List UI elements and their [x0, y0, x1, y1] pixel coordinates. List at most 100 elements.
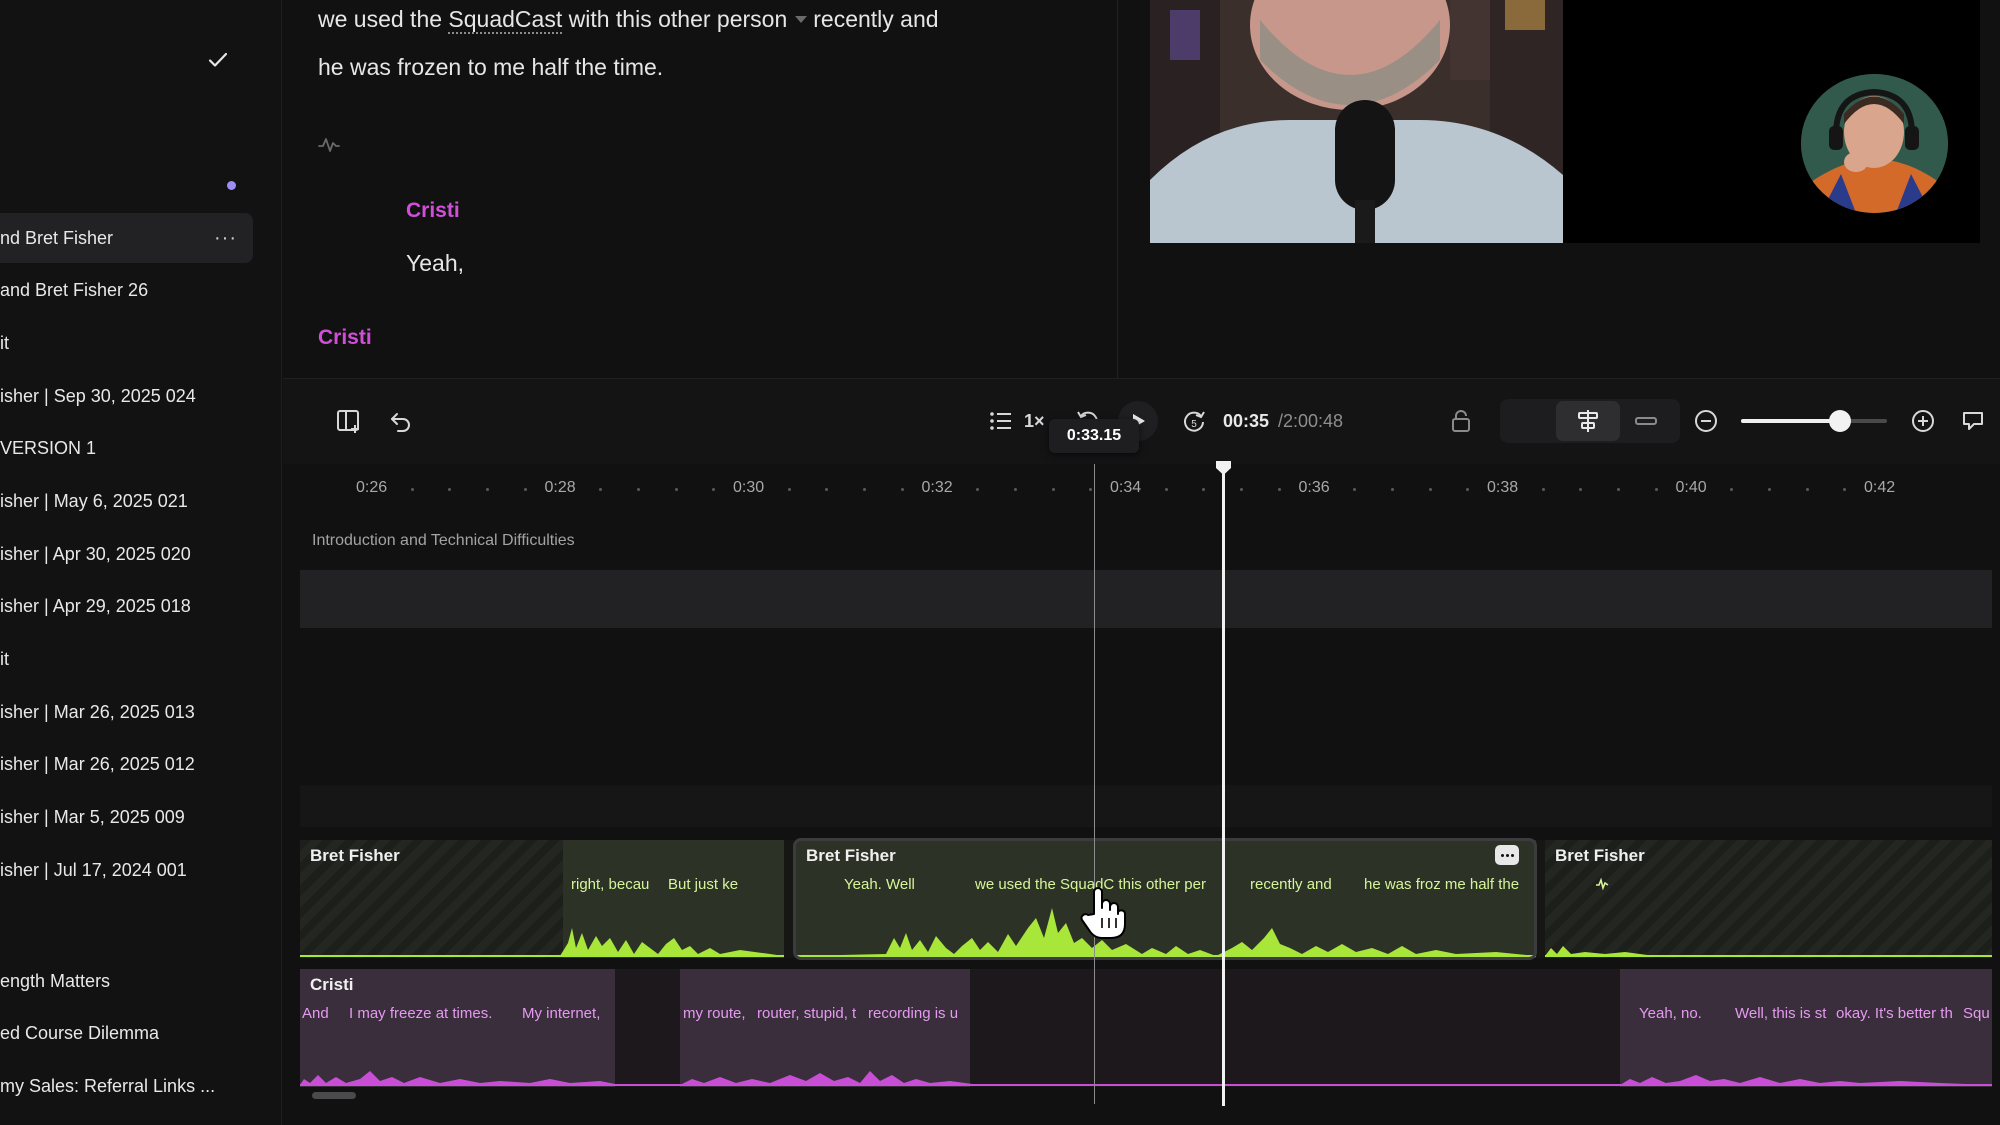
transcript-line[interactable]: we used the SquadCast with this other pe… [318, 6, 939, 34]
audio-clip[interactable]: Bret Fisher right, becau But just ke [300, 840, 784, 958]
segment-label[interactable]: right, becau [571, 876, 649, 893]
sidebar-item-project[interactable]: isher | Sep 30, 2025 024 [0, 371, 253, 421]
sidebar-item-project[interactable]: VERSION 1 [0, 423, 253, 473]
ruler-tick-dot [636, 488, 640, 491]
chapter-label[interactable]: Introduction and Technical Difficulties [312, 532, 575, 550]
waveform [300, 1071, 1992, 1086]
panel-add-icon[interactable] [331, 403, 367, 439]
playback-toolbar: 1× 5 00:35 /2:00:48 [283, 378, 2000, 464]
sidebar-item-project[interactable]: and Bret Fisher 26 [0, 265, 253, 315]
chapter-track[interactable] [300, 570, 1992, 628]
sidebar-item-project[interactable]: isher | Apr 30, 2025 020 [0, 529, 253, 579]
transcript-line[interactable]: he was frozen to me half the time. [318, 54, 663, 81]
waveform [1545, 946, 1992, 957]
audio-clip[interactable]: Bret Fisher [1545, 840, 1992, 958]
zoom-slider-handle[interactable] [1829, 410, 1852, 432]
current-time: 00:35 [1223, 411, 1270, 431]
more-options-icon[interactable]: ··· [214, 213, 237, 263]
list-icon[interactable] [983, 403, 1019, 439]
sidebar-item-project[interactable]: ed Course Dilemma [0, 1008, 253, 1058]
video-preview[interactable] [1150, 0, 1980, 243]
ruler-tick-label: 0:32 [921, 479, 953, 496]
sidebar-item-project[interactable]: isher | Mar 26, 2025 012 [0, 739, 253, 789]
camera-feed-cristi [1801, 74, 1948, 213]
track-bret-fisher[interactable]: Bret Fisher right, becau But just ke Bre… [300, 840, 1992, 958]
app: nd Bret Fisher ··· and Bret Fisher 26 it… [0, 0, 2000, 1125]
playhead-handle[interactable] [1214, 460, 1233, 476]
zoom-slider[interactable] [1741, 410, 1887, 432]
segment-label[interactable]: okay. It's better th [1836, 1005, 1953, 1022]
segment-label[interactable]: But just ke [668, 876, 738, 893]
track-cristi[interactable]: Cristi And I may freeze at times. My int… [300, 969, 1992, 1087]
sidebar-item-project[interactable]: it [0, 318, 253, 368]
skip-forward-5-icon[interactable]: 5 [1176, 403, 1212, 439]
segment-label[interactable]: My internet, [522, 1005, 600, 1022]
sidebar-item-label: it [0, 649, 9, 669]
sidebar-item-label: isher | Mar 5, 2025 009 [0, 807, 185, 827]
ruler-tick-dot [1579, 488, 1583, 491]
ruler-tick-label: 0:38 [1487, 479, 1519, 496]
segment-label[interactable]: he was froz me half the [1364, 876, 1519, 893]
person-image [1150, 0, 1563, 243]
sidebar-item-label: VERSION 1 [0, 438, 97, 458]
segment-label[interactable]: my route, [683, 1005, 746, 1022]
sidebar-item-project[interactable]: isher | Apr 29, 2025 018 [0, 581, 253, 631]
ruler-tick-dot [1051, 488, 1055, 491]
sidebar-item-label: isher | Apr 30, 2025 020 [0, 544, 191, 564]
horizontal-scrollbar[interactable] [312, 1092, 356, 1099]
sidebar-item-project[interactable]: isher | Jul 17, 2024 001 [0, 845, 253, 895]
segment-label[interactable]: I may freeze at times. [349, 1005, 492, 1022]
audio-clip-selected[interactable]: Bret Fisher Yeah. Well we used the Squad… [796, 840, 1536, 958]
caret-down-icon[interactable] [795, 15, 808, 23]
caption-icon[interactable] [1955, 403, 1991, 439]
segment-label[interactable]: router, stupid, t [757, 1005, 856, 1022]
clip-more-options-button[interactable] [1495, 845, 1519, 865]
panel-divider[interactable] [1117, 0, 1118, 378]
segment-label[interactable]: Yeah, no. [1639, 1005, 1702, 1022]
lock-icon[interactable] [1443, 403, 1479, 439]
segment-label[interactable]: And [302, 1005, 329, 1022]
sidebar-item-label: it [0, 333, 9, 353]
zoom-slider-fill [1741, 419, 1841, 423]
sidebar-item-label: ength Matters [0, 971, 111, 991]
zoom-out-icon[interactable] [1688, 403, 1724, 439]
ruler-tick-dot [863, 488, 867, 491]
segment-label[interactable]: Yeah. Well [844, 876, 915, 893]
ruler-tick-dot [486, 488, 490, 491]
speaker-name[interactable]: Cristi [318, 326, 372, 350]
zoom-in-icon[interactable] [1905, 403, 1941, 439]
transcript-text: recently and [813, 6, 939, 32]
align-tracks-icon[interactable] [1570, 403, 1606, 439]
ruler-tick-dot [599, 488, 603, 491]
ruler-tick-dot [1240, 488, 1244, 491]
transcript-text[interactable]: Yeah, [406, 250, 464, 277]
ruler-tick-dot [976, 488, 980, 491]
transcript-word-flagged[interactable]: SquadCast [448, 6, 563, 34]
clip-speaker-name: Cristi [310, 975, 354, 994]
undo-icon[interactable] [383, 403, 419, 439]
sidebar-item-project[interactable]: my Sales: Referral Links ... [0, 1061, 253, 1111]
segment-label[interactable]: recording is u [868, 1005, 958, 1022]
sidebar-item-label: isher | Mar 26, 2025 013 [0, 702, 195, 722]
timeline-ruler[interactable]: 0:26 0:28 0:30 0:32 0:34 0:36 0:38 0:40 0:42 [283, 464, 2000, 524]
segment-label[interactable]: recently and [1250, 876, 1332, 893]
speaker-name[interactable]: Cristi [406, 199, 460, 223]
ruler-tick-dot [1843, 488, 1847, 491]
segment-label[interactable]: Well, this is st [1735, 1005, 1826, 1022]
ruler-tick-label: 0:26 [356, 479, 388, 496]
sidebar-item-project[interactable]: isher | May 6, 2025 021 [0, 476, 253, 526]
sidebar-item-project[interactable]: ength Matters [0, 956, 253, 1006]
hover-time-tooltip: 0:33.15 [1049, 419, 1139, 453]
playhead[interactable] [1222, 468, 1225, 1106]
sidebar-item-project[interactable]: it [0, 634, 253, 684]
sidebar-item-project[interactable]: isher | Mar 5, 2025 009 [0, 792, 253, 842]
sidebar-item-project[interactable]: isher | Mar 26, 2025 013 [0, 687, 253, 737]
segment-label[interactable]: Squ [1963, 1005, 1990, 1022]
ruler-tick-dot [448, 488, 452, 491]
playback-speed-button[interactable]: 1× [1024, 411, 1045, 432]
collapse-tracks-icon[interactable] [1628, 403, 1664, 439]
ruler-tick-dot [1390, 488, 1394, 491]
ruler-tick-dot [1466, 488, 1470, 491]
sidebar-item-project[interactable]: nd Bret Fisher ··· [0, 213, 253, 263]
unread-dot [227, 181, 236, 190]
